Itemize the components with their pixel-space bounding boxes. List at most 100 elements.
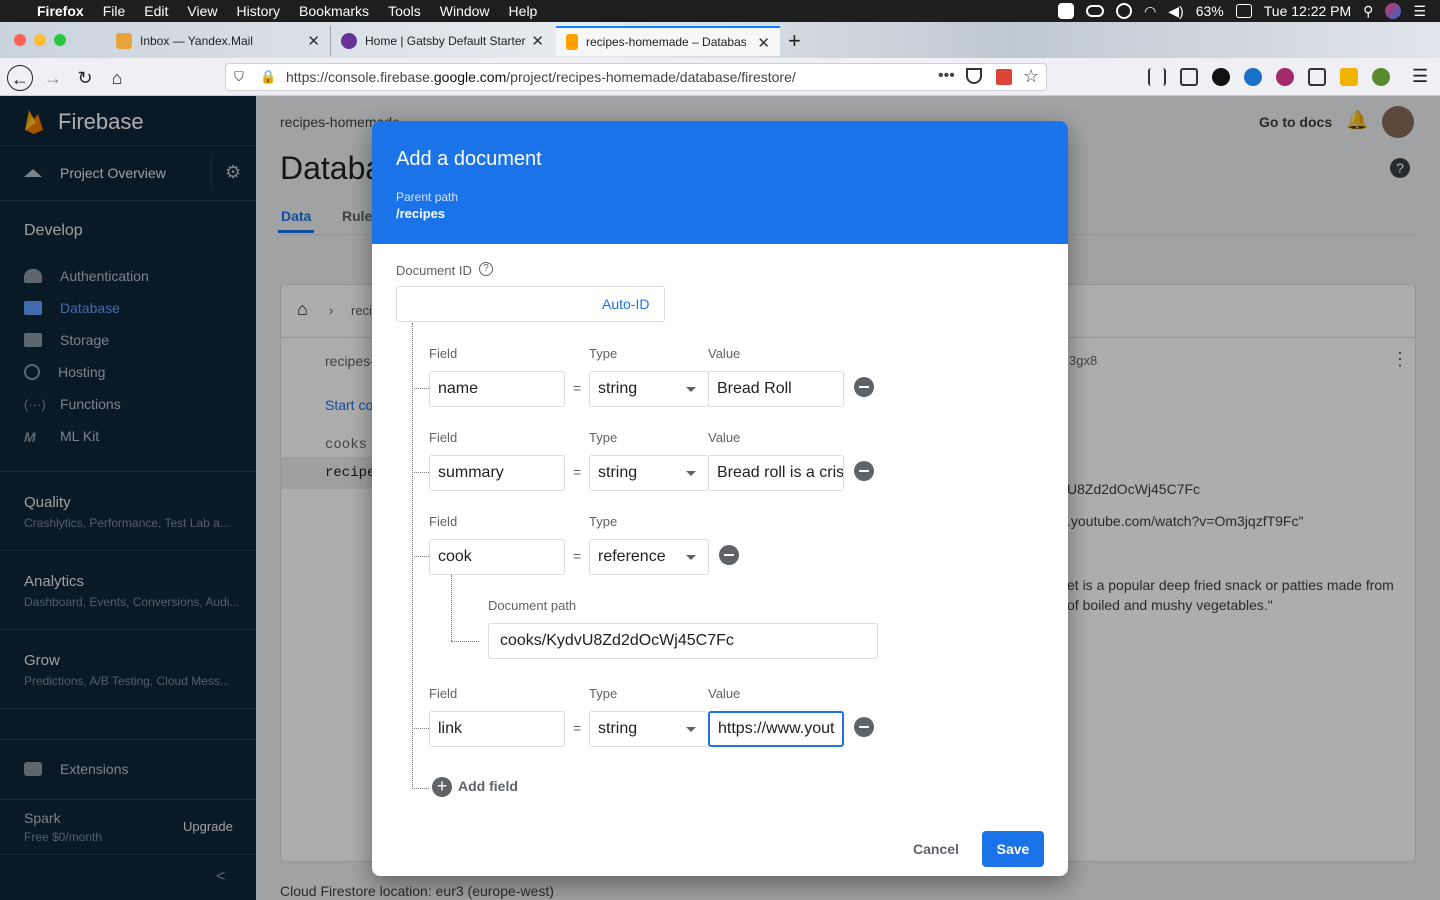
close-tab-icon[interactable]: ✕ xyxy=(307,32,320,50)
chevron-down-icon xyxy=(686,387,696,392)
field-name-input[interactable]: summary xyxy=(429,455,565,491)
lock-icon[interactable]: 🔒 xyxy=(260,69,276,85)
tree-line xyxy=(451,641,479,642)
cloud-icon[interactable] xyxy=(1086,5,1105,17)
pocket-save-icon[interactable] xyxy=(966,68,982,84)
menu-history[interactable]: History xyxy=(236,3,280,19)
menu-help[interactable]: Help xyxy=(509,3,538,19)
type-select[interactable]: string xyxy=(589,371,709,407)
type-label: Type xyxy=(589,346,618,361)
tab-title: Inbox — Yandex.Mail xyxy=(140,34,253,48)
zoom-window-button[interactable] xyxy=(54,34,66,46)
library-icon[interactable] xyxy=(1148,68,1166,86)
field-name-input[interactable]: cook xyxy=(429,539,565,575)
back-button[interactable]: ← xyxy=(7,65,33,91)
bookmark-star-icon[interactable]: ☆ xyxy=(1023,66,1039,87)
clock[interactable]: Tue 12:22 PM xyxy=(1264,3,1351,19)
home-button[interactable]: ⌂ xyxy=(104,65,130,91)
battery-icon[interactable] xyxy=(1235,4,1252,18)
field-value-input[interactable]: Bread roll is a cris xyxy=(708,455,844,491)
menu-tools[interactable]: Tools xyxy=(388,3,421,19)
dialog-title: Add a document xyxy=(396,148,542,170)
field-label: Field xyxy=(429,346,458,361)
minimize-window-button[interactable] xyxy=(34,34,46,46)
forward-button[interactable]: → xyxy=(40,65,66,91)
add-field-button[interactable]: Add field xyxy=(458,778,518,794)
wifi-icon[interactable]: ◠ xyxy=(1144,3,1156,20)
tree-line xyxy=(412,728,429,729)
remove-field-icon[interactable] xyxy=(854,461,874,481)
close-tab-icon[interactable]: ✕ xyxy=(531,32,544,50)
tree-line xyxy=(451,575,452,641)
equals-sign: = xyxy=(573,380,582,396)
type-select-value: string xyxy=(598,464,638,481)
menu-window[interactable]: Window xyxy=(440,3,490,19)
extension-globe-icon[interactable] xyxy=(1244,68,1262,86)
time-machine-icon[interactable] xyxy=(1116,3,1133,19)
extension-person-icon[interactable] xyxy=(1372,68,1390,86)
close-tab-icon[interactable]: ✕ xyxy=(757,34,770,52)
dialog-header: Add a document Parent path /recipes xyxy=(372,121,1068,244)
auto-id-button[interactable]: Auto-ID xyxy=(602,296,649,312)
tracking-shield-icon[interactable]: ⛉ xyxy=(234,69,244,85)
type-select-value: string xyxy=(598,380,638,397)
spotlight-icon[interactable]: ⚲ xyxy=(1363,3,1373,20)
modal-backdrop[interactable] xyxy=(0,96,256,900)
url-prefix: https://console.firebase. xyxy=(286,69,434,85)
menu-file[interactable]: File xyxy=(103,3,126,19)
extension-twd-icon[interactable] xyxy=(1212,68,1230,86)
field-label: Field xyxy=(429,430,458,445)
type-select[interactable]: string xyxy=(589,711,709,747)
document-id-input[interactable]: Auto-ID xyxy=(396,286,665,322)
extension-tag-icon[interactable] xyxy=(1340,68,1358,86)
add-document-dialog: Add a document Parent path /recipes Docu… xyxy=(372,121,1068,876)
type-label: Type xyxy=(589,430,618,445)
menu-edit[interactable]: Edit xyxy=(144,3,168,19)
chevron-down-icon xyxy=(686,727,696,732)
google-plus-icon[interactable] xyxy=(996,69,1012,85)
extension-notes-icon[interactable] xyxy=(1308,68,1326,86)
help-circle-icon[interactable]: ? xyxy=(479,262,493,276)
notification-center-icon[interactable]: ☰ xyxy=(1413,3,1426,20)
tab-firebase-database[interactable]: recipes-homemade – Database ✕ xyxy=(556,26,780,56)
cancel-button[interactable]: Cancel xyxy=(902,831,970,867)
menu-firefox[interactable]: Firefox xyxy=(37,3,84,19)
menu-bookmarks[interactable]: Bookmarks xyxy=(299,3,369,19)
page-actions-icon[interactable]: ••• xyxy=(938,67,955,85)
url-suffix: /project/recipes-homemade/database/fires… xyxy=(506,69,796,85)
extension-bug-icon[interactable] xyxy=(1276,68,1294,86)
volume-icon[interactable]: ◀) xyxy=(1168,3,1183,20)
type-select[interactable]: string xyxy=(589,455,709,491)
field-name-input[interactable]: link xyxy=(429,711,565,747)
remove-field-icon[interactable] xyxy=(854,717,874,737)
app-menu-icon[interactable]: ☰ xyxy=(1412,66,1428,87)
menu-view[interactable]: View xyxy=(187,3,217,19)
tab-title: Home | Gatsby Default Starter xyxy=(365,34,526,48)
field-name-input[interactable]: name xyxy=(429,371,565,407)
type-select[interactable]: reference xyxy=(589,539,709,575)
field-value-input[interactable]: Bread Roll xyxy=(708,371,844,407)
siri-icon[interactable] xyxy=(1385,3,1402,19)
reload-button[interactable]: ↻ xyxy=(72,65,98,91)
mail-icon xyxy=(116,33,132,49)
add-field-icon[interactable]: + xyxy=(432,777,452,797)
tab-yandex-mail[interactable]: Inbox — Yandex.Mail ✕ xyxy=(106,26,330,56)
url-bar[interactable]: ⛉ 🔒 https://console.firebase. google.com /… xyxy=(225,63,1047,91)
save-button[interactable]: Save xyxy=(982,831,1044,867)
close-window-button[interactable] xyxy=(14,34,26,46)
parent-path-label: Parent path xyxy=(396,190,459,204)
remove-field-icon[interactable] xyxy=(719,545,739,565)
tab-gatsby[interactable]: Home | Gatsby Default Starter ✕ xyxy=(330,26,554,56)
remove-field-icon[interactable] xyxy=(854,377,874,397)
document-path-input[interactable]: cooks/KydvU8Zd2dOcWj45C7Fc xyxy=(488,623,878,659)
new-tab-button[interactable]: + xyxy=(788,28,801,54)
battery-percent: 63% xyxy=(1195,3,1224,19)
equals-sign: = xyxy=(573,548,582,564)
parent-path-value: /recipes xyxy=(396,206,446,221)
firebase-icon xyxy=(566,34,578,50)
pocket-icon[interactable] xyxy=(1058,3,1075,19)
value-label: Value xyxy=(708,686,741,701)
field-value-input-focused[interactable]: https://www.yout xyxy=(708,711,844,747)
value-label: Value xyxy=(708,346,741,361)
sidebar-toggle-icon[interactable] xyxy=(1180,68,1198,86)
